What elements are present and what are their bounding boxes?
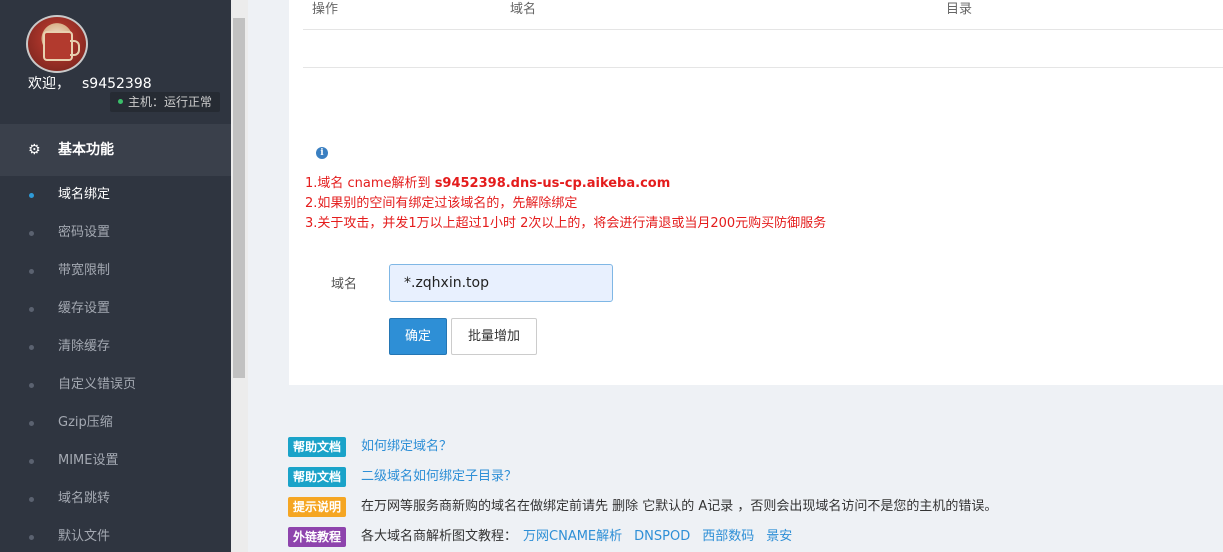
username: s9452398: [82, 76, 152, 92]
tip-text: 在万网等服务商新购的域名在做绑定前请先 删除 它默认的 A记录 ，否则会出现域名…: [361, 499, 998, 514]
sidebar-item-domain-binding[interactable]: 域名绑定: [0, 176, 231, 214]
info-icon: i: [316, 147, 328, 159]
sidebar-item-default-file[interactable]: 默认文件: [0, 518, 231, 552]
help-doc-badge: 帮助文档: [288, 437, 347, 457]
notice-line-1: 1.域名 cname解析到 s9452398.dns-us-cp.aikeba.…: [305, 174, 826, 194]
col-directory: 目录: [946, 2, 973, 17]
tutorial-link-dnspod[interactable]: DNSPOD: [634, 529, 690, 544]
tutorial-link-jingan[interactable]: 景安: [766, 529, 792, 544]
tutorial-line: 各大域名商解析图文教程： 万网CNAME解析 DNSPOD 西部数码 景安: [361, 527, 792, 547]
cname-target: s9452398.dns-us-cp.aikeba.com: [434, 176, 671, 191]
batch-add-button[interactable]: 批量增加: [451, 318, 537, 355]
help-row: 提示说明 在万网等服务商新购的域名在做绑定前请先 删除 它默认的 A记录 ，否则…: [288, 495, 1188, 525]
notice-line-1-prefix: 1.域名 cname解析到: [305, 176, 435, 191]
help-section: 帮助文档 如何绑定域名？ 帮助文档 二级域名如何绑定子目录？ 提示说明 在万网等…: [288, 435, 1188, 552]
sidebar-item-password[interactable]: 密码设置: [0, 214, 231, 252]
sidebar-item-error-page[interactable]: 自定义错误页: [0, 366, 231, 404]
confirm-button[interactable]: 确定: [389, 318, 447, 355]
welcome-label: 欢迎，: [28, 76, 70, 92]
sidebar-item-clear-cache[interactable]: 清除缓存: [0, 328, 231, 366]
notice-line-3: 3.关于攻击，并发1万以上超过1小时 2次以上的，将会进行清退或当月200元购买…: [305, 216, 827, 231]
gears-icon: ⚙: [28, 142, 41, 158]
welcome-text: 欢迎， s9452398: [28, 73, 152, 93]
sidebar-item-bandwidth[interactable]: 带宽限制: [0, 252, 231, 290]
tutorial-link-wanwang[interactable]: 万网CNAME解析: [523, 529, 622, 544]
sidebar-item-gzip[interactable]: Gzip压缩: [0, 404, 231, 442]
help-link-subdomain-dir[interactable]: 二级域名如何绑定子目录？: [361, 467, 517, 487]
tutorial-badge: 外链教程: [288, 527, 347, 547]
table-row: [303, 30, 1223, 68]
tutorial-text: 各大域名商解析图文教程：: [361, 529, 518, 544]
sidebar-item-redirect[interactable]: 域名跳转: [0, 480, 231, 518]
tip-badge: 提示说明: [288, 497, 347, 517]
help-link-bind-domain[interactable]: 如何绑定域名？: [361, 437, 452, 457]
binding-notice: 1.域名 cname解析到 s9452398.dns-us-cp.aikeba.…: [305, 174, 826, 234]
scrollbar-thumb[interactable]: [233, 18, 245, 378]
sidebar-item-cache-settings[interactable]: 缓存设置: [0, 290, 231, 328]
host-status-text: 主机：运行正常: [128, 95, 213, 109]
notice-line-2: 2.如果别的空间有绑定过该域名的，先解除绑定: [305, 196, 578, 211]
domain-table-header: 操作 域名 目录: [303, 0, 1223, 30]
avatar[interactable]: [26, 15, 88, 73]
help-row: 外链教程 各大域名商解析图文教程： 万网CNAME解析 DNSPOD 西部数码 景安: [288, 525, 1188, 552]
help-row: 帮助文档 如何绑定域名？: [288, 435, 1188, 465]
section-basic-functions[interactable]: ⚙ 基本功能: [0, 124, 231, 176]
sidebar: 欢迎， s9452398 主机：运行正常 ⚙ 基本功能 域名绑定 密码设置 带宽限制…: [0, 0, 231, 552]
sidebar-item-mime[interactable]: MIME设置: [0, 442, 231, 480]
section-title: 基本功能: [58, 142, 114, 158]
help-doc-badge: 帮助文档: [288, 467, 347, 487]
host-status-badge: 主机：运行正常: [110, 92, 221, 112]
domain-binding-panel: 操作 域名 目录 i 1.域名 cname解析到 s9452398.dns-us…: [289, 0, 1223, 385]
sidebar-scrollbar[interactable]: [231, 0, 248, 552]
status-dot-icon: [118, 99, 123, 104]
col-domain: 域名: [510, 2, 537, 17]
domain-input[interactable]: [389, 264, 613, 302]
domain-field-label: 域名: [331, 277, 358, 292]
tutorial-link-west[interactable]: 西部数码: [702, 529, 754, 544]
help-row: 帮助文档 二级域名如何绑定子目录？: [288, 465, 1188, 495]
user-profile: 欢迎， s9452398 主机：运行正常: [0, 0, 231, 124]
sidebar-nav: 域名绑定 密码设置 带宽限制 缓存设置 清除缓存 自定义错误页 Gzip压缩 M…: [0, 176, 231, 552]
col-action: 操作: [312, 2, 339, 17]
